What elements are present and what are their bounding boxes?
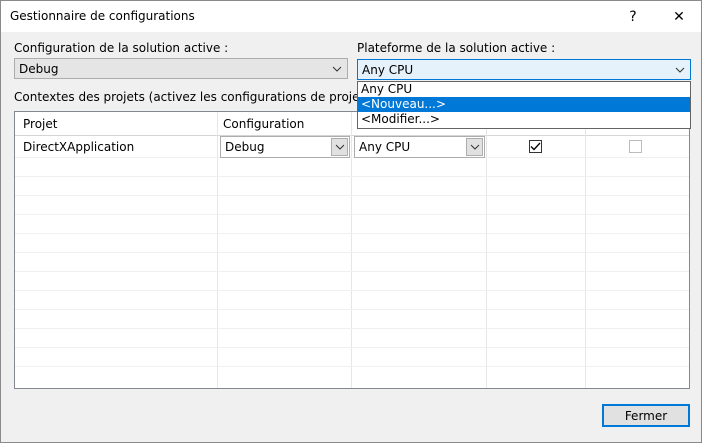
row-divider [15, 347, 689, 348]
column-header-project[interactable]: Projet [23, 117, 57, 131]
column-header-configuration[interactable]: Configuration [223, 117, 304, 131]
window-title: Gestionnaire de configurations [10, 9, 195, 23]
project-contexts-label: Contextes des projets (activez les confi… [14, 90, 415, 104]
row-divider [15, 366, 689, 367]
chevron-down-icon [330, 61, 344, 76]
active-platform-select[interactable]: Any CPU [357, 59, 691, 80]
row-divider [15, 252, 689, 253]
close-button[interactable]: Fermer [602, 404, 690, 427]
row-divider [15, 176, 689, 177]
chevron-down-icon [466, 138, 483, 156]
deploy-checkbox [629, 140, 642, 153]
platform-dropdown-list: Any CPU <Nouveau...> <Modifier...> [357, 81, 691, 129]
active-platform-label: Plateforme de la solution active : [357, 41, 556, 55]
active-config-label: Configuration de la solution active : [14, 41, 229, 55]
row-divider [15, 290, 689, 291]
row-divider [15, 309, 689, 310]
active-config-value: Debug [19, 62, 59, 76]
platform-option-edit[interactable]: <Modifier...> [358, 112, 690, 127]
row-divider [15, 271, 689, 272]
row-divider [15, 233, 689, 234]
project-platform-value: Any CPU [359, 140, 411, 154]
build-checkbox[interactable] [529, 140, 542, 153]
project-platform-select[interactable]: Any CPU [354, 136, 485, 158]
platform-option-any-cpu[interactable]: Any CPU [358, 82, 690, 97]
configuration-manager-dialog: Gestionnaire de configurations ? ✕ Confi… [0, 0, 702, 443]
project-name-cell[interactable]: DirectXApplication [23, 140, 134, 154]
row-divider [15, 195, 689, 196]
close-window-button[interactable]: ✕ [659, 1, 699, 32]
project-contexts-grid: Projet Configuration Dé DirectXApplicati… [14, 111, 690, 389]
row-divider [15, 214, 689, 215]
title-bar: Gestionnaire de configurations ? ✕ [1, 1, 701, 32]
row-divider [15, 328, 689, 329]
active-platform-value: Any CPU [362, 63, 414, 77]
project-configuration-value: Debug [225, 140, 265, 154]
help-button[interactable]: ? [613, 1, 653, 32]
project-configuration-select[interactable]: Debug [220, 136, 350, 158]
chevron-down-icon [673, 62, 687, 77]
active-config-select[interactable]: Debug [14, 58, 348, 79]
chevron-down-icon [331, 138, 348, 156]
platform-option-new[interactable]: <Nouveau...> [358, 97, 690, 112]
row-divider [15, 157, 689, 158]
